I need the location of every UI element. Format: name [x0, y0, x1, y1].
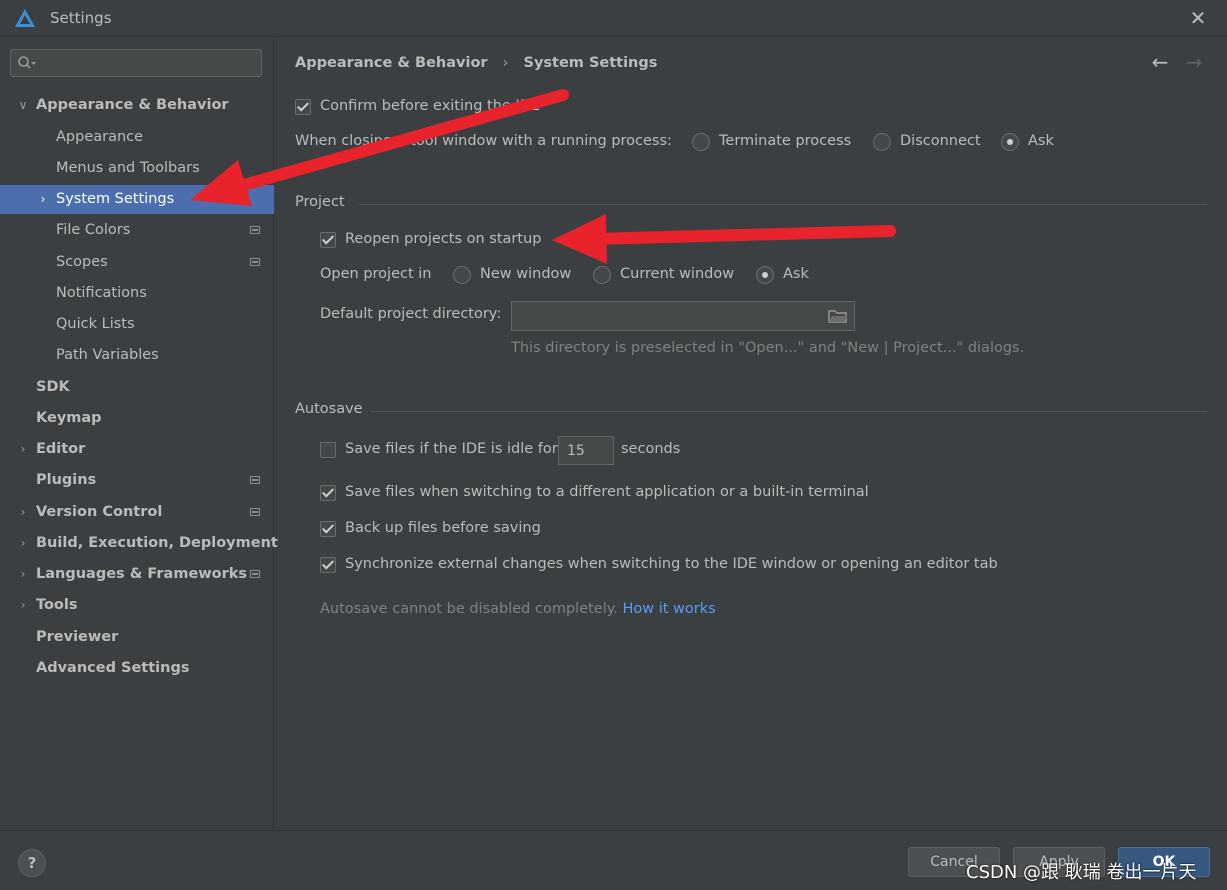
- chevron-right-icon[interactable]: ›: [16, 498, 30, 527]
- radio-new-window[interactable]: [453, 266, 471, 284]
- radio-ask-closing[interactable]: [1001, 133, 1019, 151]
- project-level-icon: [250, 258, 260, 266]
- project-level-icon: [250, 476, 260, 484]
- radio-ask-open[interactable]: [756, 266, 774, 284]
- sidebar-item-build-execution-deployment[interactable]: › Build, Execution, Deployment: [0, 529, 278, 558]
- open-project-in-label: Open project in: [320, 266, 432, 282]
- settings-content: Appearance & Behavior › System Settings …: [275, 37, 1227, 830]
- sidebar-item-path-variables[interactable]: Path Variables: [0, 341, 274, 370]
- confirm-exit-label: Confirm before exiting the IDE: [320, 98, 541, 114]
- breadcrumb-parent[interactable]: Appearance & Behavior: [295, 55, 488, 71]
- save-idle-checkbox[interactable]: [320, 442, 336, 458]
- backup-files-label: Back up files before saving: [345, 520, 541, 536]
- default-dir-hint: This directory is preselected in "Open..…: [511, 340, 1025, 356]
- sidebar-item-plugins[interactable]: Plugins: [0, 466, 274, 495]
- chevron-right-icon[interactable]: ›: [16, 529, 30, 558]
- sidebar-item-languages-frameworks[interactable]: › Languages & Frameworks: [0, 560, 274, 589]
- settings-sidebar: ∨ Appearance & Behavior Appearance Menus…: [0, 37, 278, 830]
- sidebar-item-tools[interactable]: › Tools: [0, 591, 274, 620]
- breadcrumb-current: System Settings: [523, 55, 658, 71]
- autosave-separator: [371, 411, 1207, 412]
- sidebar-item-keymap[interactable]: Keymap: [0, 404, 274, 433]
- sidebar-item-appearance[interactable]: Appearance: [0, 123, 274, 152]
- sidebar-item-editor[interactable]: › Editor: [0, 435, 274, 464]
- save-on-switch-checkbox[interactable]: [320, 485, 336, 501]
- closing-process-label: When closing a tool window with a runnin…: [295, 133, 672, 149]
- seconds-label: seconds: [621, 441, 681, 457]
- close-icon[interactable]: ✕: [1186, 6, 1210, 30]
- radio-disconnect-label: Disconnect: [900, 133, 981, 149]
- search-icon: [18, 56, 36, 69]
- breadcrumb-separator: ›: [502, 55, 509, 71]
- breadcrumb: Appearance & Behavior › System Settings: [295, 55, 657, 71]
- save-on-switch-label: Save files when switching to a different…: [345, 484, 869, 500]
- sidebar-item-quick-lists[interactable]: Quick Lists: [0, 310, 274, 339]
- sidebar-item-appearance-behavior[interactable]: ∨ Appearance & Behavior: [0, 91, 274, 120]
- radio-current-window-label: Current window: [620, 266, 735, 282]
- radio-current-window[interactable]: [593, 266, 611, 284]
- chevron-down-icon[interactable]: ∨: [16, 91, 30, 120]
- radio-disconnect[interactable]: [873, 133, 891, 151]
- chevron-right-icon[interactable]: ›: [16, 560, 30, 589]
- radio-new-window-label: New window: [480, 266, 572, 282]
- autosave-note: Autosave cannot be disabled completely. …: [320, 601, 716, 617]
- chevron-right-icon[interactable]: ›: [16, 591, 30, 620]
- project-level-icon: [250, 570, 260, 578]
- sidebar-item-version-control[interactable]: › Version Control: [0, 498, 274, 527]
- sidebar-item-scopes[interactable]: Scopes: [0, 248, 274, 277]
- project-section-title: Project: [295, 194, 345, 210]
- reopen-projects-label: Reopen projects on startup: [345, 231, 542, 247]
- reopen-projects-checkbox[interactable]: [320, 232, 336, 248]
- folder-icon[interactable]: [828, 308, 848, 324]
- title-bar: Settings ✕: [0, 0, 1227, 37]
- project-separator: [359, 204, 1207, 205]
- how-it-works-link[interactable]: How it works: [622, 601, 715, 617]
- sync-external-label: Synchronize external changes when switch…: [345, 556, 998, 572]
- radio-terminate-process[interactable]: [692, 133, 710, 151]
- default-dir-label: Default project directory:: [320, 306, 502, 322]
- search-input[interactable]: [43, 53, 257, 75]
- autosave-note-text: Autosave cannot be disabled completely.: [320, 601, 618, 617]
- sidebar-item-system-settings[interactable]: › System Settings: [0, 185, 274, 214]
- radio-ask-open-label: Ask: [783, 266, 809, 282]
- save-idle-label: Save files if the IDE is idle for: [345, 441, 558, 457]
- watermark-text: CSDN @跟 耿瑞 卷出一片天: [966, 862, 1197, 883]
- chevron-right-icon[interactable]: ›: [36, 185, 50, 214]
- app-logo-icon: [15, 9, 35, 27]
- idle-seconds-input[interactable]: [558, 436, 614, 465]
- default-dir-input[interactable]: [511, 301, 855, 331]
- forward-arrow-icon[interactable]: →: [1183, 51, 1205, 73]
- sidebar-item-notifications[interactable]: Notifications: [0, 279, 274, 308]
- help-button[interactable]: ?: [18, 849, 46, 877]
- backup-files-checkbox[interactable]: [320, 521, 336, 537]
- radio-ask-closing-label: Ask: [1028, 133, 1054, 149]
- sync-external-checkbox[interactable]: [320, 557, 336, 573]
- sidebar-item-menus-toolbars[interactable]: Menus and Toolbars: [0, 154, 274, 183]
- project-level-icon: [250, 508, 260, 516]
- search-box[interactable]: [10, 49, 262, 77]
- sidebar-item-sdk[interactable]: SDK: [0, 373, 274, 402]
- project-level-icon: [250, 226, 260, 234]
- sidebar-item-file-colors[interactable]: File Colors: [0, 216, 274, 245]
- window-title: Settings: [50, 9, 112, 27]
- sidebar-item-advanced-settings[interactable]: Advanced Settings: [0, 654, 274, 683]
- sidebar-item-previewer[interactable]: Previewer: [0, 623, 274, 652]
- radio-terminate-label: Terminate process: [719, 133, 852, 149]
- back-arrow-icon[interactable]: ←: [1149, 51, 1171, 73]
- confirm-exit-checkbox[interactable]: [295, 99, 311, 115]
- chevron-right-icon[interactable]: ›: [16, 435, 30, 464]
- autosave-section-title: Autosave: [295, 401, 363, 417]
